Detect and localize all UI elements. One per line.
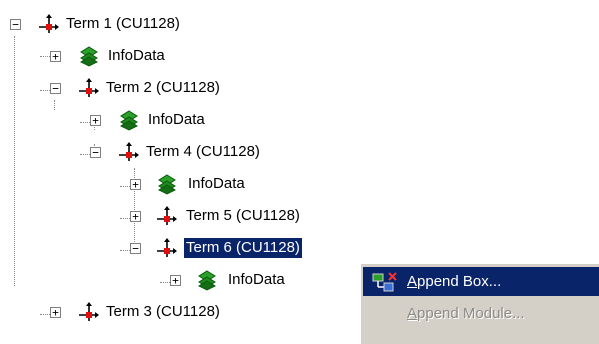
infodata-icon	[157, 174, 177, 195]
infodata-icon	[197, 270, 217, 291]
menu-item-label: Append Module...	[407, 305, 525, 322]
context-menu: Append Box... Append Module...	[360, 263, 599, 344]
collapse-toggle[interactable]: −	[130, 243, 141, 254]
tree-item-infodata[interactable]: InfoData	[106, 46, 167, 66]
expand-toggle[interactable]: +	[130, 211, 141, 222]
menu-item-label: Append Box...	[407, 273, 502, 290]
expand-toggle[interactable]: +	[50, 51, 61, 62]
tree-connector	[54, 100, 55, 110]
tree-connector	[14, 36, 15, 286]
tree-item-term-4[interactable]: Term 4 (CU1128)	[144, 142, 262, 162]
terminal-icon	[157, 238, 177, 257]
terminal-icon	[79, 78, 99, 97]
expand-toggle[interactable]: +	[130, 179, 141, 190]
tree-item-term-6[interactable]: Term 6 (CU1128)	[184, 238, 302, 258]
tree-item-term-1[interactable]: Term 1 (CU1128)	[64, 14, 182, 34]
expand-toggle[interactable]: +	[90, 115, 101, 126]
terminal-icon	[79, 302, 99, 321]
tree-item-term-5[interactable]: Term 5 (CU1128)	[184, 206, 302, 226]
terminal-icon	[157, 206, 177, 225]
infodata-icon	[79, 46, 99, 67]
collapse-toggle[interactable]: −	[50, 83, 61, 94]
menu-item-append-box[interactable]: Append Box...	[363, 267, 599, 296]
tree-item-term-3[interactable]: Term 3 (CU1128)	[104, 302, 222, 322]
tree-item-infodata[interactable]: InfoData	[186, 174, 247, 194]
expand-toggle[interactable]: +	[50, 307, 61, 318]
collapse-toggle[interactable]: −	[10, 19, 21, 30]
expand-toggle[interactable]: +	[170, 275, 181, 286]
terminal-icon	[119, 142, 139, 161]
tree-item-infodata[interactable]: InfoData	[146, 110, 207, 130]
infodata-icon	[119, 110, 139, 131]
menu-item-append-module[interactable]: Append Module...	[363, 299, 599, 328]
append-box-icon	[372, 272, 397, 292]
collapse-toggle[interactable]: −	[90, 147, 101, 158]
terminal-icon	[39, 14, 59, 33]
tree-item-term-2[interactable]: Term 2 (CU1128)	[104, 78, 222, 98]
tree-item-infodata[interactable]: InfoData	[226, 270, 287, 290]
